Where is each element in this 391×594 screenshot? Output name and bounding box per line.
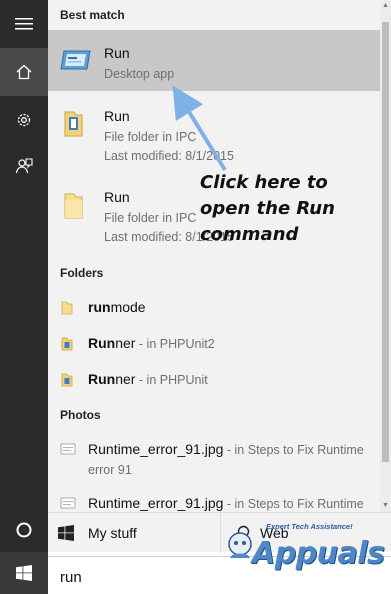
tab-my-stuff-label: My stuff <box>88 525 137 541</box>
photo-item-label: Runtime_error_91.jpg - in Steps to Fix R… <box>88 495 364 511</box>
photo-item-location-cont: error 91 <box>88 463 132 477</box>
scroll-down-arrow-icon[interactable]: ▼ <box>380 500 391 511</box>
home-button[interactable] <box>0 48 48 96</box>
feedback-button[interactable] <box>0 142 48 190</box>
photo-item-label: Runtime_error_91.jpg - in Steps to Fix R… <box>88 441 364 457</box>
home-icon <box>16 64 32 80</box>
folder-item-label: Runner - in PHPUnit <box>88 371 208 387</box>
annotation-line: open the Run <box>200 198 335 219</box>
best-match-title: Run <box>104 45 130 61</box>
appuals-watermark: Expert Tech Assistance! Appuals <box>220 522 391 594</box>
result-location: File folder in IPC <box>104 211 197 225</box>
annotation-callout: Click here to open the Run command <box>200 170 335 248</box>
best-match-heading: Best match <box>60 8 125 22</box>
folder-icon <box>61 301 73 315</box>
photo-list-item[interactable]: Runtime_error_91.jpg - in Steps to Fix R… <box>48 488 380 512</box>
folder-list-item[interactable]: runmode <box>48 292 380 324</box>
folder-icon <box>64 111 83 137</box>
annotation-line: command <box>200 224 299 245</box>
folder-item-label: runmode <box>88 299 146 315</box>
annotation-line: Click here to <box>200 172 328 193</box>
windows-logo-icon <box>58 525 74 541</box>
result-item[interactable]: Run File folder in IPC Last modified: 8/… <box>48 100 380 170</box>
tab-my-stuff[interactable]: My stuff <box>58 513 218 553</box>
settings-gear-icon <box>17 113 31 127</box>
folder-list-item[interactable]: Runner - in PHPUnit2 <box>48 328 380 360</box>
cortana-button[interactable] <box>0 506 48 554</box>
photo-list-item[interactable]: Runtime_error_91.jpg - in Steps to Fix R… <box>48 434 380 484</box>
folders-heading: Folders <box>60 266 104 280</box>
hamburger-menu-icon <box>15 18 33 30</box>
watermark-brand: Appuals <box>252 536 385 571</box>
image-file-icon <box>60 443 76 455</box>
folder-icon <box>61 373 73 387</box>
settings-button[interactable] <box>0 96 48 144</box>
folder-icon <box>61 337 73 351</box>
left-rail <box>0 0 48 594</box>
run-app-icon <box>60 50 91 70</box>
best-match-run-app[interactable]: Run Desktop app <box>48 30 380 91</box>
folder-icon <box>64 193 83 219</box>
best-match-subtitle: Desktop app <box>104 67 175 81</box>
image-file-icon <box>60 497 76 509</box>
scroll-thumb[interactable] <box>382 22 389 462</box>
result-title: Run <box>104 189 130 205</box>
windows-start-icon <box>16 565 32 581</box>
start-button[interactable] <box>0 552 48 594</box>
scroll-up-arrow-icon[interactable]: ▲ <box>380 0 391 11</box>
folder-list-item[interactable]: Runner - in PHPUnit <box>48 364 380 396</box>
feedback-icon <box>15 158 33 174</box>
photos-heading: Photos <box>60 408 101 422</box>
result-title: Run <box>104 108 130 124</box>
result-location: File folder in IPC <box>104 130 197 144</box>
folder-item-label: Runner - in PHPUnit2 <box>88 335 215 351</box>
menu-button[interactable] <box>0 0 48 48</box>
watermark-tagline: Expert Tech Assistance! <box>266 522 353 531</box>
search-results-panel: Best match Run Desktop app Run File fold… <box>48 0 391 512</box>
result-modified: Last modified: 8/1/2015 <box>104 149 234 163</box>
results-scrollbar[interactable]: ▲ ▼ <box>380 0 391 512</box>
cortana-icon <box>16 522 32 538</box>
